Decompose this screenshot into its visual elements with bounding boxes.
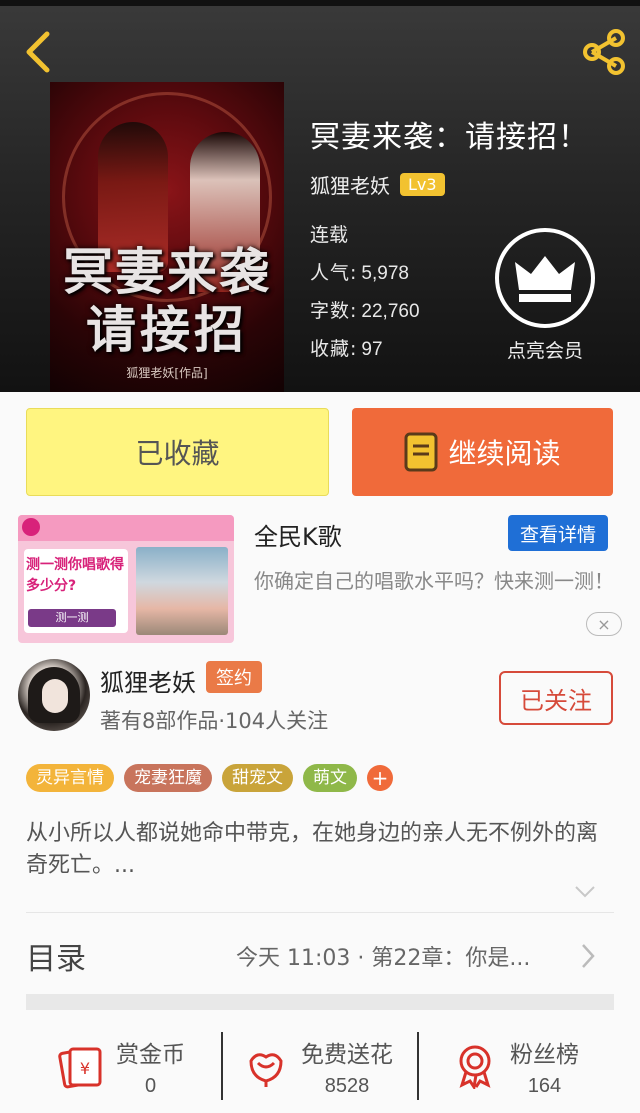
stat-label: 人气:	[310, 262, 358, 284]
cover-title-line2: 请接招	[86, 300, 248, 359]
fan-ranking-button[interactable]: 粉丝榜 164	[452, 1026, 579, 1106]
status-bar	[0, 0, 640, 6]
tag[interactable]: 灵异言情	[26, 764, 114, 792]
signed-badge: 签约	[206, 661, 262, 693]
ad-description: 你确定自己的唱歌水平吗？快来测一测！	[254, 569, 614, 593]
stat-popularity: 人气: 5,978	[310, 258, 409, 285]
synopsis: 从小所以人都说她命中带克，在她身边的亲人无不例外的离奇死亡。...	[26, 821, 599, 878]
avatar[interactable]	[18, 659, 90, 731]
tag[interactable]: 萌文	[303, 764, 357, 792]
ad-photo	[136, 547, 228, 635]
divider	[26, 912, 614, 913]
fan-ranking-count: 164	[527, 1074, 562, 1097]
vip-button[interactable]: 点亮会员	[494, 228, 596, 363]
red-envelope-icon: ¥	[58, 1043, 104, 1089]
stat-value: 97	[361, 339, 383, 360]
book-icon	[404, 432, 438, 472]
author-stats: 著有8部作品·104人关注	[100, 709, 329, 733]
chevron-down-icon	[575, 886, 595, 898]
continue-reading-label: 继续阅读	[448, 437, 561, 470]
flower-icon	[243, 1043, 289, 1089]
ad-logo-icon	[22, 518, 40, 536]
svg-text:¥: ¥	[80, 1059, 90, 1078]
send-flower-label: 免费送花	[301, 1041, 393, 1068]
collected-button[interactable]: 已收藏	[26, 408, 329, 496]
ad-image[interactable]: 测一测你唱歌得多少分? 测一测	[18, 515, 234, 643]
tag-list: 灵异言情 宠妻狂魔 甜宠文 萌文 +	[26, 764, 393, 792]
tip-coins-label: 赏金币	[116, 1041, 185, 1068]
cover-credit: 狐狸老妖[作品]	[126, 366, 208, 380]
stat-value: 22,760	[361, 301, 420, 322]
ad-title: 全民K歌	[254, 523, 342, 551]
bottom-actions: ¥ 赏金币 0 免费送花 8528 粉丝榜 164	[0, 1026, 640, 1113]
ad-banner[interactable]: 测一测你唱歌得多少分? 测一测 全民K歌 查看详情 你确定自己的唱歌水平吗？快来…	[0, 512, 640, 647]
serial-status: 连载	[310, 224, 349, 246]
stat-label: 字数:	[310, 300, 358, 322]
latest-chapter: 今天 11:03 · 第22章：你是...	[236, 946, 531, 971]
chevron-right-icon	[580, 942, 596, 974]
action-buttons: 已收藏 继续阅读	[0, 408, 640, 498]
tip-coins-button[interactable]: ¥ 赏金币 0	[58, 1026, 185, 1106]
level-badge: Lv3	[400, 173, 445, 196]
share-button[interactable]	[578, 26, 630, 78]
divider	[221, 1032, 223, 1100]
tag[interactable]: 宠妻狂魔	[124, 764, 212, 792]
tip-coins-count: 0	[144, 1074, 157, 1097]
stat-label: 收藏:	[310, 338, 358, 360]
back-button[interactable]	[14, 28, 62, 76]
award-ribbon-icon	[452, 1043, 498, 1089]
author-section-name[interactable]: 狐狸老妖	[100, 663, 196, 698]
continue-reading-button[interactable]: 继续阅读	[352, 408, 613, 496]
ad-detail-button[interactable]: 查看详情	[508, 515, 608, 551]
ad-image-button: 测一测	[28, 609, 116, 627]
add-tag-button[interactable]: +	[367, 765, 393, 791]
fan-ranking-label: 粉丝榜	[510, 1041, 579, 1068]
divider	[417, 1032, 419, 1100]
expand-button[interactable]	[574, 884, 596, 903]
author-name[interactable]: 狐狸老妖	[310, 170, 390, 199]
avatar-face	[42, 679, 68, 713]
stat-favorites: 收藏: 97	[310, 334, 383, 361]
share-icon	[583, 29, 625, 75]
stat-word-count: 字数: 22,760	[310, 296, 420, 323]
ad-close-button[interactable]: ×	[586, 612, 622, 636]
section-separator	[26, 994, 614, 1010]
book-cover[interactable]: 冥妻来袭 请接招 狐狸老妖[作品]	[50, 82, 284, 392]
vip-label: 点亮会员	[506, 340, 583, 362]
send-flower-count: 8528	[324, 1074, 370, 1097]
book-title: 冥妻来袭：请接招！	[310, 120, 589, 155]
ad-image-text: 测一测你唱歌得多少分?	[26, 557, 124, 594]
stat-value: 5,978	[361, 263, 409, 284]
ad-image-topbar	[18, 515, 234, 541]
vip-circle	[495, 228, 595, 328]
send-flower-button[interactable]: 免费送花 8528	[243, 1026, 393, 1106]
follow-button[interactable]: 已关注	[499, 671, 613, 725]
back-arrow-icon	[26, 31, 50, 73]
crown-icon	[515, 256, 575, 302]
author-row: 狐狸老妖 Lv3	[310, 170, 445, 199]
book-header: 冥妻来袭 请接招 狐狸老妖[作品] 冥妻来袭：请接招！ 狐狸老妖 Lv3 连载 …	[0, 0, 640, 392]
table-of-contents-row[interactable]: 目录 今天 11:03 · 第22章：你是...	[0, 928, 640, 988]
tag[interactable]: 甜宠文	[222, 764, 293, 792]
toc-label: 目录	[26, 942, 86, 977]
author-section: 狐狸老妖 签约 著有8部作品·104人关注 已关注	[0, 655, 640, 745]
